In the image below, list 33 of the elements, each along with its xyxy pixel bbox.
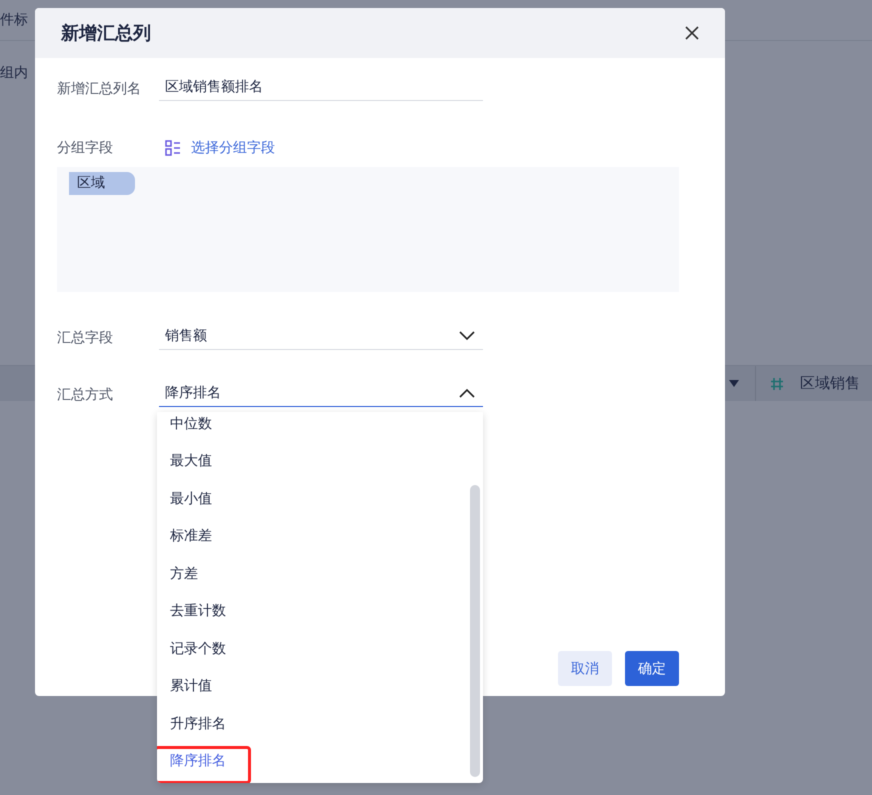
select-group-link[interactable]: 选择分组字段 <box>165 139 275 157</box>
menu-item[interactable]: 中位数 <box>157 412 483 442</box>
caret-icon[interactable] <box>729 380 739 387</box>
field-label: 汇总字段 <box>57 328 114 346</box>
group-label: 组内 <box>0 64 28 82</box>
menu-item[interactable]: 方差 <box>157 555 483 592</box>
list-icon <box>165 140 181 156</box>
menu-item[interactable]: 升序排名 <box>157 705 483 742</box>
field-label: 新增汇总列名 <box>57 80 142 98</box>
select-field[interactable]: 降序排名 <box>159 382 483 407</box>
field-label: 分组字段 <box>57 139 114 157</box>
input-field[interactable]: 区域销售额排名 <box>159 76 483 101</box>
cancel-button[interactable]: 取消 <box>558 651 612 686</box>
column-header: 区域销售 <box>800 374 860 393</box>
dialog-title: 新增汇总列 <box>61 22 151 45</box>
menu-item[interactable]: 累计值 <box>157 668 483 705</box>
menu-item[interactable]: 降序排名 <box>157 742 483 780</box>
number-icon <box>770 376 784 390</box>
chevron-icon <box>459 388 475 398</box>
chevron-icon <box>459 331 475 341</box>
select-field[interactable]: 销售额 <box>159 325 483 350</box>
field-tag[interactable]: 区域 <box>69 172 135 195</box>
menu-item[interactable]: 记录个数 <box>157 630 483 668</box>
scrollbar[interactable] <box>470 485 480 777</box>
field-label: 汇总方式 <box>57 386 114 404</box>
tab-label[interactable]: 件标 <box>0 11 28 29</box>
menu-item[interactable]: 最小值 <box>157 480 483 518</box>
menu-item[interactable]: 标准差 <box>157 518 483 555</box>
confirm-button[interactable]: 确定 <box>625 651 679 686</box>
field-value: 区域销售额排名 <box>165 78 263 96</box>
close-icon[interactable] <box>685 26 699 40</box>
menu-item[interactable]: 去重计数 <box>157 592 483 630</box>
menu-item[interactable]: 最大值 <box>157 442 483 480</box>
